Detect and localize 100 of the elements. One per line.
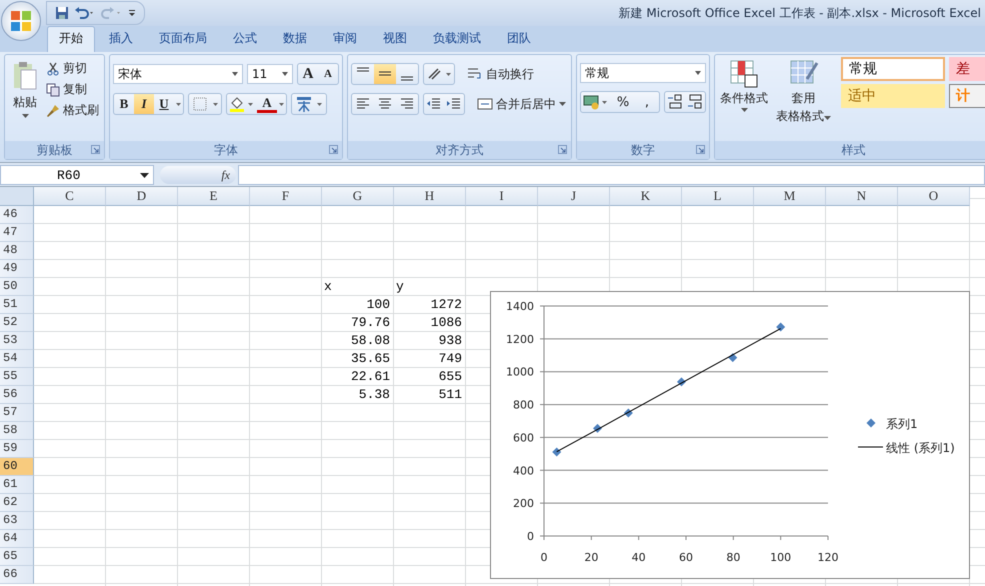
- row-header[interactable]: 65: [0, 548, 34, 566]
- axis-tick-label: 80: [726, 551, 740, 564]
- row-header[interactable]: 64: [0, 530, 34, 548]
- row-header[interactable]: 49: [0, 260, 34, 278]
- ribbon-tab[interactable]: 开始: [47, 26, 95, 52]
- format-as-table-button[interactable]: 套用 表格格式: [774, 57, 833, 141]
- shrink-font-button[interactable]: A: [318, 64, 338, 84]
- wrap-text-icon: [467, 67, 483, 81]
- row-header[interactable]: 59: [0, 440, 34, 458]
- paste-button[interactable]: 粘贴: [8, 59, 42, 141]
- conditional-format-button[interactable]: 条件格式: [718, 57, 770, 141]
- logo: [9, 9, 33, 33]
- cell-style-option[interactable]: 适中: [841, 84, 945, 108]
- dialog-launcher-icon[interactable]: [696, 145, 705, 154]
- ribbon-tab[interactable]: 公式: [221, 26, 269, 52]
- row-header[interactable]: 51: [0, 296, 34, 314]
- dialog-launcher-icon[interactable]: [329, 145, 338, 154]
- row-header[interactable]: 61: [0, 476, 34, 494]
- font-name-dropdown[interactable]: 宋体: [113, 64, 243, 84]
- chart[interactable]: 0 200 400 600 800 1000 1200 1400 0 20 40 60 80 100 120 系列1 线性 (系列1): [490, 291, 970, 579]
- align-middle-icon[interactable]: [374, 64, 396, 84]
- row-header[interactable]: 52: [0, 314, 34, 332]
- wrap-text-button[interactable]: 自动换行: [465, 64, 536, 84]
- copy-icon: [46, 82, 60, 96]
- table-cell-text: 511: [438, 386, 463, 404]
- copy-button[interactable]: 复制: [44, 80, 101, 99]
- row-header[interactable]: 50: [0, 278, 34, 296]
- dialog-launcher-icon[interactable]: [91, 145, 100, 154]
- row-header[interactable]: 47: [0, 224, 34, 242]
- caret-icon: [824, 116, 831, 120]
- axis-tick-label: 20: [584, 551, 598, 564]
- cell-style-option[interactable]: 差: [949, 57, 985, 81]
- table-cell-text: 749: [438, 350, 463, 368]
- column-header[interactable]: D: [106, 187, 178, 206]
- ribbon-tab[interactable]: 插入: [97, 26, 145, 52]
- column-header[interactable]: I: [466, 187, 538, 206]
- column-header[interactable]: M: [754, 187, 826, 206]
- legend-label: 线性 (系列1): [886, 441, 955, 455]
- ribbon-tab[interactable]: 审阅: [321, 26, 369, 52]
- undo-icon[interactable]: [74, 6, 96, 20]
- column-header[interactable]: F: [250, 187, 322, 206]
- row-header[interactable]: 46: [0, 206, 34, 224]
- formula-field[interactable]: [238, 165, 985, 185]
- table-cell-text: 35.65: [350, 350, 391, 368]
- ribbon-tab[interactable]: 页面布局: [147, 26, 219, 52]
- legend-line-icon: [858, 446, 884, 448]
- number-format-dropdown[interactable]: 常规: [580, 63, 706, 83]
- table-cell-text: y: [395, 278, 405, 296]
- percent-button[interactable]: %: [611, 92, 635, 112]
- merge-center-button[interactable]: 合并后居中: [475, 94, 568, 114]
- row-header[interactable]: 48: [0, 242, 34, 260]
- row-header[interactable]: 53: [0, 332, 34, 350]
- data-point: [624, 408, 633, 418]
- row-header[interactable]: 60: [0, 458, 34, 476]
- column-header[interactable]: H: [394, 187, 466, 206]
- cell-style-option[interactable]: 常规: [841, 57, 945, 81]
- axis-tick-label: 0: [527, 530, 534, 543]
- ribbon-tab[interactable]: 数据: [271, 26, 319, 52]
- row-header[interactable]: 63: [0, 512, 34, 530]
- column-header[interactable]: C: [34, 187, 106, 206]
- row-header[interactable]: 66: [0, 566, 34, 584]
- ribbon-tab[interactable]: 团队: [495, 26, 543, 52]
- row-header[interactable]: 56: [0, 386, 34, 404]
- underline-button[interactable]: U: [154, 94, 174, 114]
- insert-function-button[interactable]: fx: [221, 168, 230, 182]
- name-box[interactable]: R60: [0, 165, 154, 185]
- brush-button[interactable]: 格式刷: [44, 101, 101, 120]
- group-label: 剪贴板: [36, 142, 72, 158]
- window-title: 新建 Microsoft Office Excel 工作表 - 副本.xlsx - Microsoft Excel: [618, 4, 982, 22]
- dialog-launcher-icon[interactable]: [558, 145, 567, 154]
- legend-label: 系列1: [886, 417, 918, 431]
- ribbon-tab[interactable]: 视图: [371, 26, 419, 52]
- row-header[interactable]: 57: [0, 404, 34, 422]
- bold-button[interactable]: B: [114, 94, 134, 114]
- column-header[interactable]: J: [538, 187, 610, 206]
- column-header[interactable]: N: [826, 187, 898, 206]
- axis-tick-label: 40: [632, 551, 646, 564]
- row-header[interactable]: 62: [0, 494, 34, 512]
- column-header[interactable]: E: [178, 187, 250, 206]
- cut-button[interactable]: 剪切: [44, 59, 101, 78]
- column-header[interactable]: K: [610, 187, 682, 206]
- group-label: 样式: [842, 142, 866, 158]
- italic-button[interactable]: I: [134, 94, 154, 114]
- row-header[interactable]: 55: [0, 368, 34, 386]
- save-icon[interactable]: [55, 6, 69, 20]
- grow-font-button[interactable]: A: [298, 64, 318, 84]
- column-header[interactable]: O: [898, 187, 970, 206]
- table-cell-text: 79.76: [350, 314, 391, 332]
- row-header[interactable]: 58: [0, 422, 34, 440]
- column-header[interactable]: G: [322, 187, 394, 206]
- comma-button[interactable]: ,: [635, 92, 659, 112]
- ribbon-tab[interactable]: 负载测试: [421, 26, 493, 52]
- row-header[interactable]: 54: [0, 350, 34, 368]
- column-header[interactable]: L: [682, 187, 754, 206]
- office-button[interactable]: [1, 1, 41, 41]
- axis-tick-label: 200: [513, 497, 534, 510]
- font-size-dropdown[interactable]: 11: [247, 64, 293, 84]
- table-cell-text: 100: [366, 296, 391, 314]
- customize-icon[interactable]: [128, 8, 136, 18]
- axis-tick-label: 600: [513, 431, 534, 444]
